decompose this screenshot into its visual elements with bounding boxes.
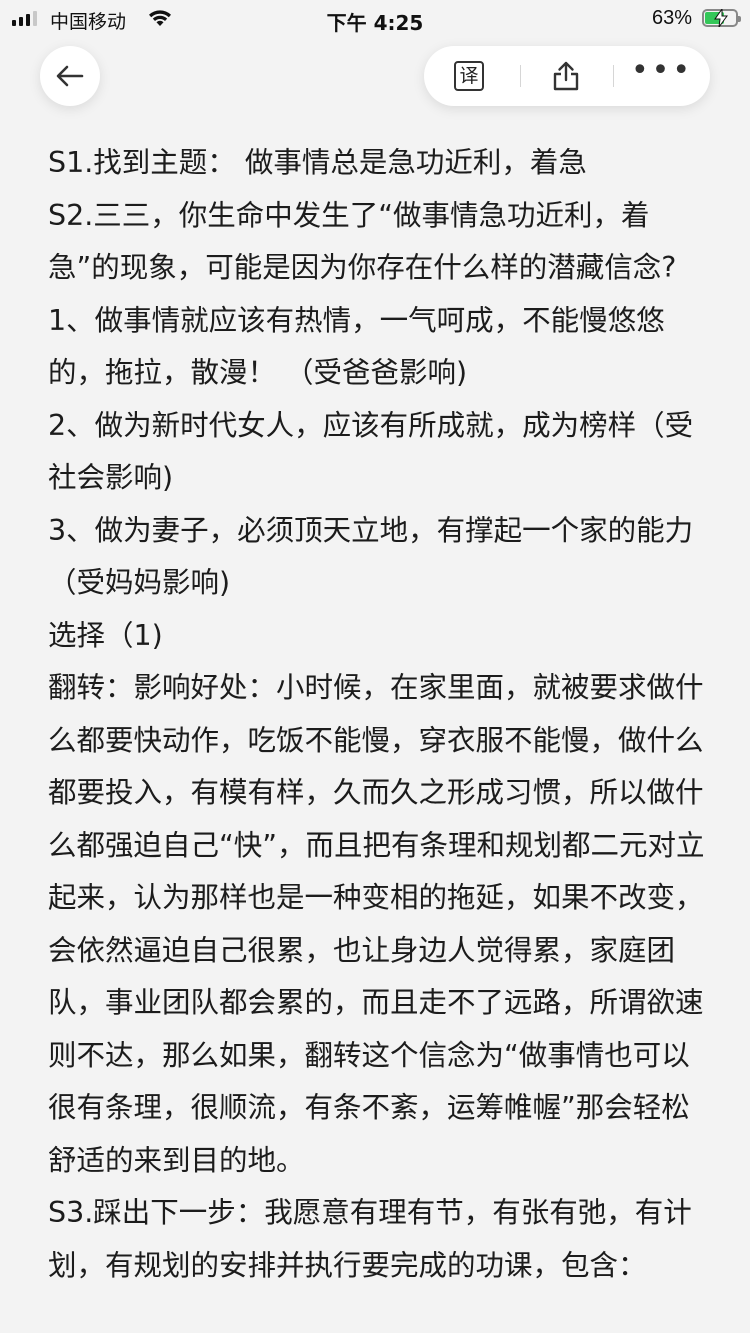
battery-charging-icon [702, 9, 741, 27]
article-paragraph: S1.找到主题： 做事情总是急功近利，着急 [48, 146, 587, 179]
share-icon [553, 61, 579, 91]
article-paragraph: S2.三三，你生命中发生了“做事情急功近利，着急”的现象，可能是因为你存在什么样… [48, 198, 677, 285]
article-paragraph: 2、做为新时代女人，应该有所成就，成为榜样（受社会影响) [48, 408, 694, 495]
article-body: S1.找到主题： 做事情总是急功近利，着急 S2.三三，你生命中发生了“做事情急功… [48, 137, 710, 1292]
translate-glyph: 译 [459, 64, 479, 87]
charging-bolt-icon [714, 9, 728, 27]
toolbar-divider [613, 65, 614, 87]
more-button[interactable]: ••• [627, 46, 697, 106]
arrow-left-icon [56, 65, 84, 87]
article-paragraph: S3.踩出下一步：我愿意有理有节，有张有弛，有计划，有规划的安排并执行要完成的功… [48, 1196, 692, 1282]
status-bar: 中国移动 下午 4:25 63% [0, 0, 750, 40]
more-dots-icon: ••• [630, 53, 694, 88]
article-paragraph: 1、做事情就应该有热情，一气呵成，不能慢悠悠的，拖拉，散漫！ （受爸爸影响) [48, 303, 665, 390]
translate-icon: 译 [454, 61, 484, 91]
toolbar-divider [520, 65, 521, 87]
share-button[interactable] [531, 46, 601, 106]
battery-percentage: 63% [651, 7, 692, 29]
article-paragraph: 3、做为妻子，必须顶天立地，有撑起一个家的能力（受妈妈影响) [48, 513, 694, 600]
action-toolbar: 译 ••• [424, 46, 710, 106]
translate-button[interactable]: 译 [434, 46, 504, 106]
article-paragraph: 翻转：影响好处：小时候，在家里面，就被要求做什么都要快动作，吃饭不能慢，穿衣服不… [48, 671, 705, 1177]
article-paragraph: 选择（1) [48, 618, 163, 652]
clock: 下午 4:25 [326, 11, 424, 35]
back-button[interactable] [40, 46, 100, 106]
